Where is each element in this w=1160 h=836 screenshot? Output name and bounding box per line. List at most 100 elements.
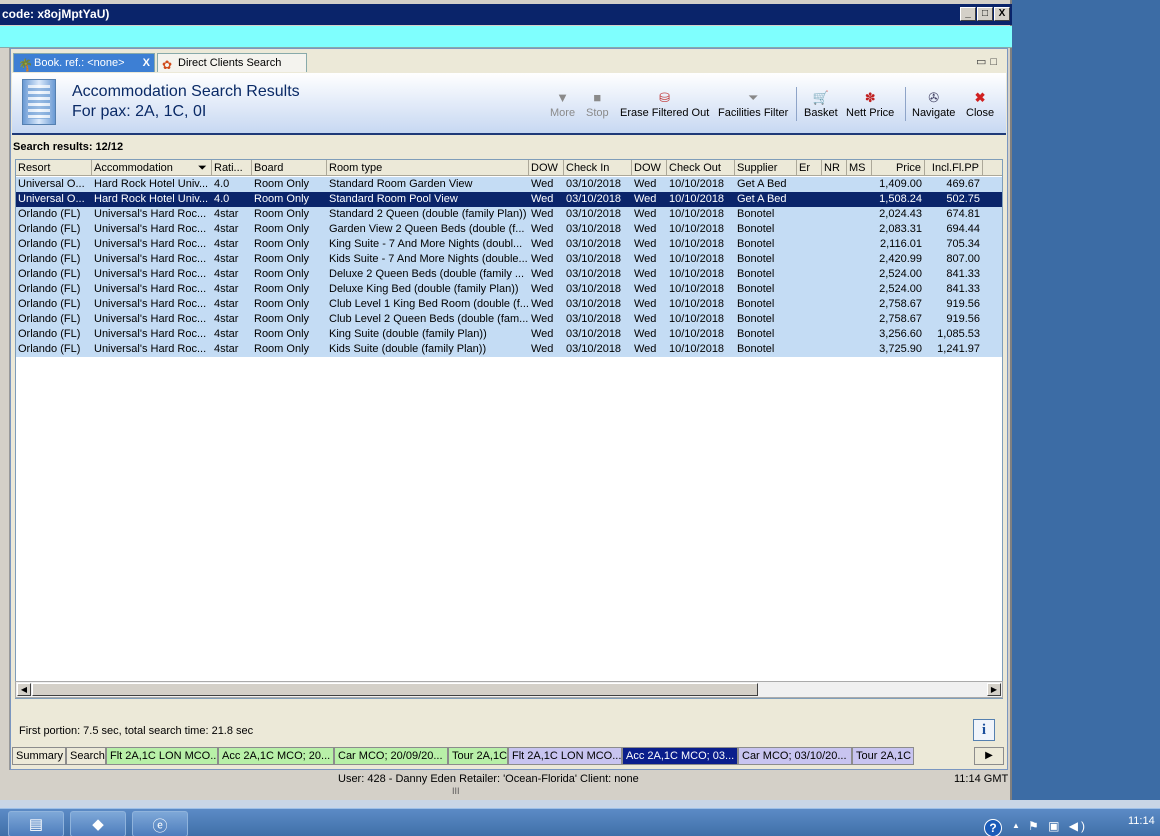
stop-button[interactable]: ■ Stop xyxy=(586,89,609,119)
table-row[interactable]: Orlando (FL) Universal's Hard Roc... 4star… xyxy=(16,327,1002,342)
palm-tree-icon: 🌴 xyxy=(18,58,33,72)
table-row[interactable]: Orlando (FL) Universal's Hard Roc... 4star… xyxy=(16,267,1002,282)
table-cell: Room Only xyxy=(254,253,310,265)
table-cell xyxy=(797,282,822,297)
nett-price-button[interactable]: ✽ Nett Price xyxy=(846,89,894,119)
table-row[interactable]: Orlando (FL) Universal's Hard Roc... 4star… xyxy=(16,237,1002,252)
column-header[interactable]: DOW xyxy=(632,160,667,176)
taskbar-item-browser[interactable]: ⓔ xyxy=(132,811,188,836)
table-cell: 4star xyxy=(214,313,239,325)
table-cell: 03/10/2018 xyxy=(566,238,622,250)
itinerary-tab[interactable]: Car MCO; 20/09/20... xyxy=(334,747,448,765)
table-cell: 03/10/2018 xyxy=(566,298,622,310)
table-cell: Room Only xyxy=(254,193,310,205)
table-cell: Universal's Hard Roc... xyxy=(94,253,207,265)
facilities-filter-button[interactable]: ⏷ Facilities Filter xyxy=(718,89,788,119)
column-header[interactable]: Incl.Fl.PP xyxy=(925,160,983,176)
itinerary-tab[interactable]: Search xyxy=(66,747,106,765)
tab-close-icon[interactable]: X xyxy=(143,54,150,72)
itinerary-tab[interactable]: Acc 2A,1C MCO; 03... xyxy=(622,747,738,765)
tray-expand-icon[interactable]: ▲ xyxy=(1012,821,1020,830)
app-stack-icon: ◆ xyxy=(92,816,104,833)
table-cell: Room Only xyxy=(254,328,310,340)
basket-label: Basket xyxy=(804,107,838,119)
tab-booking-ref[interactable]: 🌴 Book. ref.: <none> X xyxy=(13,53,155,72)
table-cell xyxy=(797,327,822,342)
table-cell xyxy=(822,237,847,252)
tab-direct-clients-search[interactable]: ✿ Direct Clients Search xyxy=(157,53,307,72)
page-title: Accommodation Search Results xyxy=(72,83,300,100)
table-row[interactable]: Orlando (FL) Universal's Hard Roc... 4star… xyxy=(16,207,1002,222)
maximize-button[interactable]: □ xyxy=(977,7,993,21)
table-row[interactable]: Orlando (FL) Universal's Hard Roc... 4star… xyxy=(16,342,1002,357)
table-cell: Orlando (FL) xyxy=(18,313,81,325)
basket-button[interactable]: 🛒 Basket xyxy=(804,89,838,119)
itinerary-tab[interactable]: Tour 2A,1C xyxy=(852,747,914,765)
stop-label: Stop xyxy=(586,107,609,119)
more-button[interactable]: ▼ More xyxy=(550,89,575,119)
minimize-button[interactable]: _ xyxy=(960,7,976,21)
panel-controls[interactable]: ▭□ xyxy=(976,55,1001,68)
table-cell: 1,508.24 xyxy=(879,193,922,205)
table-cell: Get A Bed xyxy=(737,178,787,190)
tray-clock[interactable]: 11:14 xyxy=(1128,815,1155,827)
table-cell: Bonotel xyxy=(737,253,775,265)
help-icon[interactable]: ? xyxy=(984,819,1002,836)
filter-icon[interactable]: ⏷ xyxy=(198,160,207,176)
close-results-button[interactable]: ✖ Close xyxy=(966,89,994,119)
table-row[interactable]: Universal O... Hard Rock Hotel Univ... 4.0… xyxy=(16,192,1002,207)
stop-square-icon: ■ xyxy=(593,90,602,105)
table-cell xyxy=(847,282,872,297)
column-header[interactable]: MS xyxy=(847,160,872,176)
column-header[interactable]: Price xyxy=(872,160,925,176)
table-row[interactable]: Orlando (FL) Universal's Hard Roc... 4star… xyxy=(16,222,1002,237)
column-header[interactable]: Room type xyxy=(327,160,529,176)
column-header[interactable]: Accommodation xyxy=(92,160,212,176)
itinerary-tab[interactable]: Flt 2A,1C LON MCO... xyxy=(508,747,622,765)
window-titlebar[interactable]: code: x8ojMptYaU) _ □ X xyxy=(0,4,1012,25)
scroll-right-arrow[interactable]: ▶ xyxy=(987,683,1001,696)
resize-grip[interactable]: III xyxy=(0,786,1010,800)
itinerary-tab[interactable]: Flt 2A,1C LON MCO... xyxy=(106,747,218,765)
column-header[interactable]: Board xyxy=(252,160,327,176)
column-header[interactable]: DOW xyxy=(529,160,564,176)
erase-filtered-out-button[interactable]: ⛁ Erase Filtered Out xyxy=(620,89,709,119)
table-cell xyxy=(822,177,847,192)
column-header[interactable]: Rati... xyxy=(212,160,252,176)
close-window-button[interactable]: X xyxy=(994,7,1010,21)
table-cell: Room Only xyxy=(254,178,310,190)
table-row[interactable]: Orlando (FL) Universal's Hard Roc... 4star… xyxy=(16,312,1002,327)
navigate-button[interactable]: ✇ Navigate xyxy=(912,89,955,119)
column-header[interactable]: Resort xyxy=(16,160,92,176)
table-row[interactable]: Orlando (FL) Universal's Hard Roc... 4star… xyxy=(16,282,1002,297)
column-header[interactable]: Er xyxy=(797,160,822,176)
column-header[interactable]: Check Out xyxy=(667,160,735,176)
table-cell: 03/10/2018 xyxy=(566,193,622,205)
info-button[interactable]: i xyxy=(973,719,995,741)
taskbar-item-computer[interactable]: ▤ xyxy=(8,811,64,836)
itinerary-tab[interactable]: Summary xyxy=(12,747,66,765)
table-row[interactable]: Orlando (FL) Universal's Hard Roc... 4star… xyxy=(16,297,1002,312)
table-row[interactable]: Orlando (FL) Universal's Hard Roc... 4star… xyxy=(16,252,1002,267)
facilities-label: Facilities Filter xyxy=(718,107,789,119)
tabs-scroll-right-button[interactable]: ▶ xyxy=(974,747,1004,765)
itinerary-tab[interactable]: Acc 2A,1C MCO; 20... xyxy=(218,747,334,765)
taskbar-item-app[interactable]: ◆ xyxy=(70,811,126,836)
scrollbar-thumb[interactable] xyxy=(32,683,758,696)
hotel-building-icon xyxy=(22,79,56,125)
table-cell: Orlando (FL) xyxy=(18,238,81,250)
table-cell: 10/10/2018 xyxy=(669,178,725,190)
table-cell: Kids Suite - 7 And More Nights (double..… xyxy=(329,253,528,265)
column-header[interactable]: Supplier xyxy=(735,160,797,176)
horizontal-scrollbar[interactable]: ◀ ▶ xyxy=(15,681,1003,698)
table-row[interactable]: Universal O... Hard Rock Hotel Univ... 4.0… xyxy=(16,177,1002,192)
column-header[interactable]: Check In xyxy=(564,160,632,176)
itinerary-tab[interactable]: Car MCO; 03/10/20... xyxy=(738,747,852,765)
column-header[interactable]: NR xyxy=(822,160,847,176)
scroll-left-arrow[interactable]: ◀ xyxy=(17,683,31,696)
table-cell: 1,241.97 xyxy=(937,343,980,355)
table-cell xyxy=(797,192,822,207)
itinerary-tab[interactable]: Tour 2A,1C xyxy=(448,747,508,765)
tray-status-icons[interactable]: ⚑ ▣ ◀) xyxy=(1028,819,1088,833)
filter-funnel-icon: ⏷ xyxy=(747,90,759,105)
